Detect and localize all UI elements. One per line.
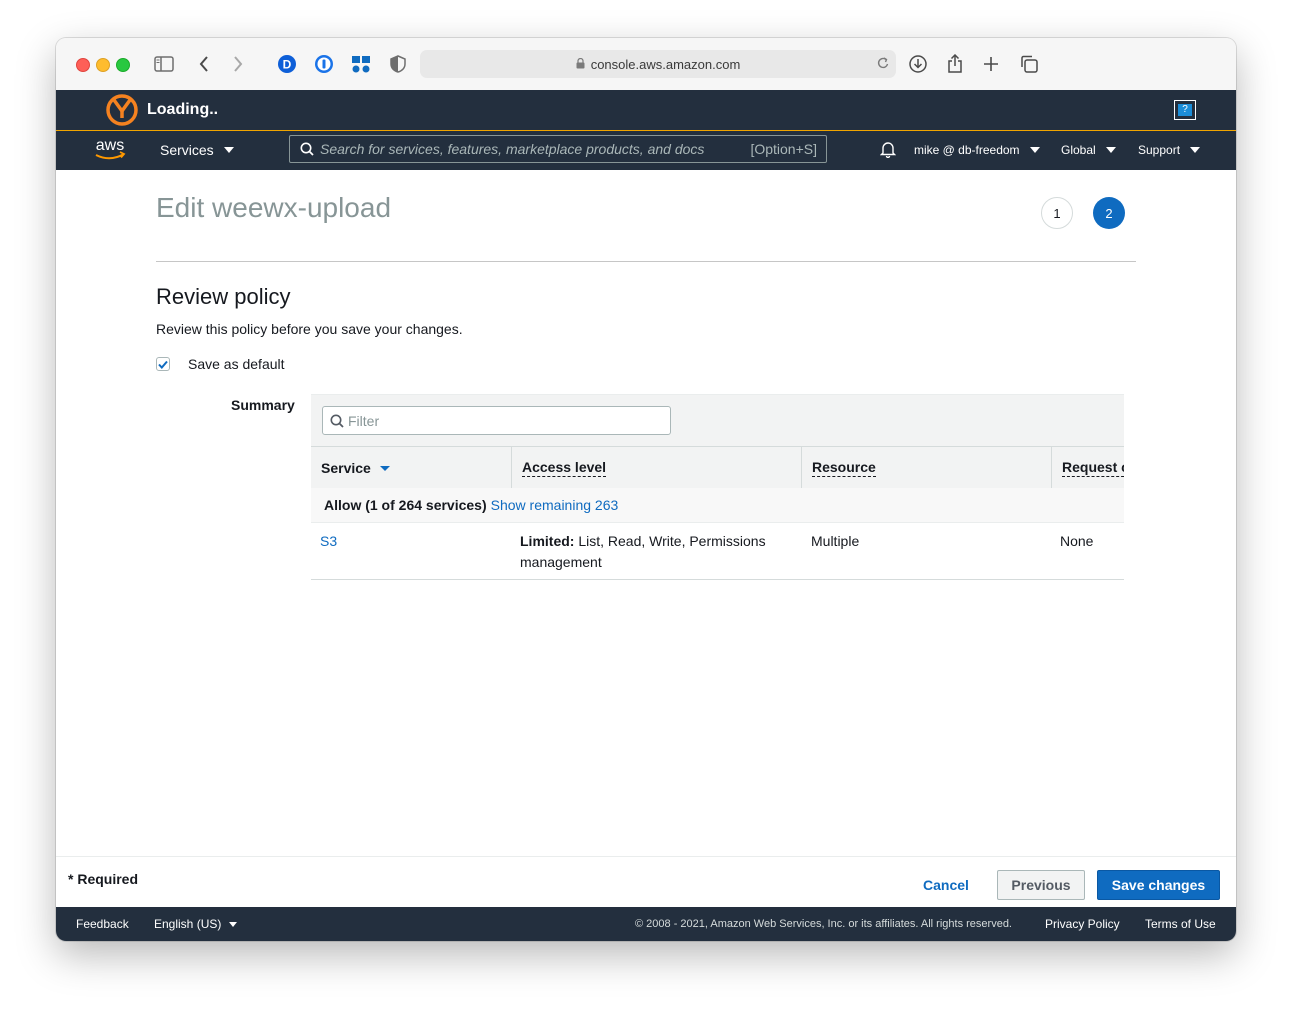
column-header-access-level-label: Access level xyxy=(522,459,607,477)
column-header-resource-label: Resource xyxy=(812,459,876,477)
chevron-down-icon xyxy=(223,147,234,153)
support-label: Support xyxy=(1138,143,1181,157)
terms-of-use-link[interactable]: Terms of Use xyxy=(1145,917,1216,931)
save-default-checkbox[interactable] xyxy=(156,357,170,371)
previous-button[interactable]: Previous xyxy=(997,870,1085,900)
back-icon[interactable] xyxy=(192,52,216,76)
checkmark-icon xyxy=(158,360,168,369)
access-level-prefix: Limited: xyxy=(520,533,575,549)
save-default-row: Save as default xyxy=(156,356,285,372)
minimize-window-button[interactable] xyxy=(96,58,110,72)
search-icon xyxy=(290,142,314,156)
access-level-value: List, Read, Write, Permissions xyxy=(578,533,766,549)
main-content: Edit weewx-upload 1 2 Review policy Revi… xyxy=(56,170,1236,856)
loading-logo-icon xyxy=(106,94,138,126)
save-changes-button[interactable]: Save changes xyxy=(1097,870,1220,900)
support-menu[interactable]: Support xyxy=(1138,143,1201,157)
chevron-down-icon xyxy=(229,922,238,928)
download-icon[interactable] xyxy=(906,52,930,76)
account-menu[interactable]: mike @ db-freedom xyxy=(914,143,1040,157)
forward-icon[interactable] xyxy=(226,52,250,76)
access-level-value-line2: management xyxy=(520,554,602,570)
required-note: * Required xyxy=(68,871,139,887)
sidebar-toggle-icon[interactable] xyxy=(152,52,176,76)
allow-group-label: Allow (1 of 264 services) xyxy=(324,497,487,513)
column-header-service[interactable]: Service xyxy=(311,447,512,489)
aws-logo-text: aws xyxy=(96,137,124,154)
share-icon[interactable] xyxy=(943,52,967,76)
console-footer: Feedback English (US) © 2008 - 2021, Ama… xyxy=(56,907,1236,941)
privacy-policy-link[interactable]: Privacy Policy xyxy=(1045,917,1120,931)
filter-field[interactable] xyxy=(322,406,671,435)
notifications-bell-icon[interactable] xyxy=(880,140,896,158)
column-header-service-label: Service xyxy=(321,460,371,476)
wizard-step-1[interactable]: 1 xyxy=(1041,197,1073,229)
policy-summary-table: Service Access level Resource Request c … xyxy=(311,394,1124,580)
request-condition-cell: None xyxy=(1060,533,1094,549)
section-title: Review policy xyxy=(156,284,291,309)
region-label: Global xyxy=(1061,143,1096,157)
new-tab-icon[interactable] xyxy=(979,52,1003,76)
aws-logo[interactable]: aws xyxy=(93,135,127,163)
services-menu[interactable]: Services xyxy=(160,142,234,158)
service-link-s3[interactable]: S3 xyxy=(320,533,337,549)
access-level-cell: Limited: List, Read, Write, Permissions … xyxy=(520,531,790,573)
language-selector[interactable]: English (US) xyxy=(154,917,238,931)
dashlane-icon[interactable]: D xyxy=(275,52,299,76)
service-search-box[interactable]: [Option+S] xyxy=(289,135,827,163)
copyright-text: © 2008 - 2021, Amazon Web Services, Inc.… xyxy=(635,918,1012,930)
section-description: Review this policy before you save your … xyxy=(156,321,463,337)
address-bar[interactable]: console.aws.amazon.com xyxy=(420,50,896,78)
resource-cell: Multiple xyxy=(811,533,860,549)
account-label: mike @ db-freedom xyxy=(914,143,1020,157)
reload-icon[interactable] xyxy=(876,55,890,74)
filter-input[interactable] xyxy=(344,411,670,430)
loading-text: Loading.. xyxy=(147,101,219,118)
filter-bar xyxy=(311,394,1124,447)
search-shortcut: [Option+S] xyxy=(750,141,817,157)
browser-toolbar: D console.aws.amazon.com xyxy=(56,38,1236,91)
wizard-step-2: 2 xyxy=(1093,197,1125,229)
column-header-request-condition-label: Request c xyxy=(1062,459,1124,477)
chevron-down-icon xyxy=(1190,147,1201,153)
browser-window: D console.aws.amazon.com Loading.. ? aws… xyxy=(56,38,1236,941)
url-text: console.aws.amazon.com xyxy=(590,56,741,72)
page-title: Edit weewx-upload xyxy=(156,192,392,223)
svg-text:D: D xyxy=(283,58,292,72)
lock-icon xyxy=(576,57,585,72)
title-divider xyxy=(156,261,1136,262)
region-menu[interactable]: Global xyxy=(1061,143,1116,157)
services-label: Services xyxy=(160,142,214,158)
table-header: Service Access level Resource Request c xyxy=(311,446,1124,490)
feedback-link[interactable]: Feedback xyxy=(76,917,129,931)
service-search-input[interactable] xyxy=(314,141,751,157)
show-remaining-link[interactable]: Show remaining 263 xyxy=(491,497,619,513)
chevron-down-icon xyxy=(1105,147,1116,153)
tab-overview-icon[interactable] xyxy=(1017,52,1041,76)
sort-down-icon xyxy=(379,465,390,471)
form-actions: * Required Cancel Previous Save changes xyxy=(56,856,1236,908)
zoom-window-button[interactable] xyxy=(116,58,130,72)
shield-icon[interactable] xyxy=(386,52,410,76)
column-header-request-condition[interactable]: Request c xyxy=(1052,447,1124,489)
table-row: S3 Limited: List, Read, Write, Permissio… xyxy=(311,523,1124,580)
aws-top-nav: aws Services [Option+S] mike @ db-freedo… xyxy=(56,131,1236,170)
1password-icon[interactable] xyxy=(312,52,336,76)
language-label: English (US) xyxy=(154,917,222,931)
extension-grid-icon[interactable] xyxy=(349,52,373,76)
column-header-resource[interactable]: Resource xyxy=(802,447,1052,489)
extension-loading-bar: Loading.. ? xyxy=(56,90,1236,131)
summary-label: Summary xyxy=(231,397,295,413)
allow-group-row: Allow (1 of 264 services) Show remaining… xyxy=(311,488,1124,523)
search-icon xyxy=(323,414,344,428)
save-default-label: Save as default xyxy=(188,356,285,372)
help-icon: ? xyxy=(1178,104,1192,116)
chevron-down-icon xyxy=(1029,147,1040,153)
close-window-button[interactable] xyxy=(76,58,90,72)
cancel-button[interactable]: Cancel xyxy=(914,870,978,900)
help-button[interactable]: ? xyxy=(1174,100,1196,120)
column-header-access-level[interactable]: Access level xyxy=(512,447,802,489)
